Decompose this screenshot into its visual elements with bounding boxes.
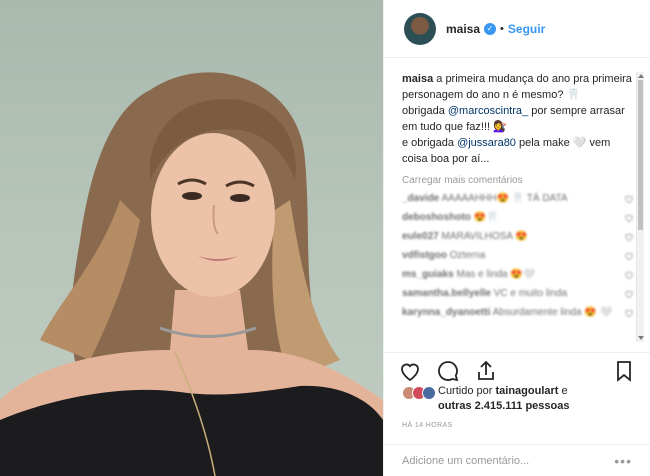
post-timestamp[interactable]: HÁ 14 HORAS: [402, 422, 453, 429]
comment-text: Ozterna: [449, 250, 486, 261]
comment-item: samantha.bellyelle VC e muito linda: [402, 287, 634, 301]
separator-dot: •: [500, 22, 504, 35]
heart-icon[interactable]: [624, 213, 634, 223]
likes-others[interactable]: outras 2.415.111 pessoas: [438, 400, 569, 412]
load-more-comments-button[interactable]: Carregar mais comentários: [402, 175, 634, 186]
add-comment-bar: •••: [384, 444, 650, 476]
comment-bubble-icon[interactable]: [436, 359, 460, 383]
heart-icon[interactable]: [624, 270, 634, 280]
post-header: maisa ✓ • Seguir: [384, 0, 650, 58]
caption-username[interactable]: maisa: [402, 73, 433, 85]
comment-username[interactable]: _davide: [402, 193, 439, 204]
caption-thanks-prefix: obrigada: [402, 105, 445, 117]
post-actions: [384, 352, 650, 388]
comments-section[interactable]: maisa a primeira mudança do ano pra prim…: [384, 59, 642, 351]
comment-username[interactable]: eule027: [402, 231, 439, 242]
comment-username[interactable]: samantha.bellyelle: [402, 288, 491, 299]
avatar[interactable]: [422, 386, 436, 400]
caption-thanks2-prefix: e obrigada: [402, 137, 454, 149]
comment-text: VC e muito linda: [493, 288, 568, 299]
comment-item: eule027 MARAVILHOSA 😍: [402, 230, 634, 244]
more-options-icon[interactable]: •••: [614, 453, 632, 469]
portrait-illustration: [0, 72, 383, 476]
likes-summary: Curtido por tainagoulart e outras 2.415.…: [402, 384, 569, 414]
comment-text: AAAAAHHH😍 🦷 TÁ DATA: [441, 193, 568, 204]
comment-username[interactable]: deboshoshoto: [402, 212, 471, 223]
heart-icon[interactable]: [398, 359, 422, 383]
comment-username[interactable]: ms_guiaks: [402, 269, 454, 280]
comment-item: ms_guiaks Mas e linda 😍🤍: [402, 268, 634, 282]
post-caption: maisa a primeira mudança do ano pra prim…: [402, 71, 634, 167]
likes-middle: e: [561, 385, 568, 397]
likes-username[interactable]: tainagoulart: [495, 385, 558, 397]
heart-icon[interactable]: [624, 194, 634, 204]
post-sidebar: maisa ✓ • Seguir maisa a primeira mudanç…: [383, 0, 650, 476]
mention-link[interactable]: @marcoscintra_: [448, 105, 528, 117]
scroll-up-icon[interactable]: [638, 74, 644, 78]
comment-item: vdfistgoo Ozterna: [402, 249, 634, 263]
caption-emoji: 🦷: [566, 89, 581, 101]
share-icon[interactable]: [474, 359, 498, 383]
comment-item: karynna_dyanoetti Absurdamente linda 😍 🤍: [402, 306, 634, 320]
comment-item: deboshoshoto 😍🦷: [402, 211, 634, 225]
heart-icon[interactable]: [624, 308, 634, 318]
mention-link[interactable]: @jussara80: [457, 137, 516, 149]
comments-scrollbar[interactable]: [636, 72, 644, 342]
likes-text: Curtido por tainagoulart e outras 2.415.…: [438, 384, 569, 414]
comment-username[interactable]: karynna_dyanoetti: [402, 307, 490, 318]
comment-text: Mas e linda 😍🤍: [456, 269, 536, 280]
verified-badge-icon: ✓: [484, 22, 497, 35]
heart-icon[interactable]: [624, 289, 634, 299]
comment-text: 😍🦷: [473, 212, 499, 223]
comment-input[interactable]: [402, 454, 602, 467]
follow-button[interactable]: Seguir: [508, 22, 545, 36]
header-username[interactable]: maisa: [446, 22, 480, 36]
comment-username[interactable]: vdfistgoo: [402, 250, 447, 261]
heart-icon[interactable]: [624, 251, 634, 261]
liker-avatars: [402, 386, 436, 400]
instagram-post: maisa ✓ • Seguir maisa a primeira mudanç…: [0, 0, 650, 476]
scroll-thumb[interactable]: [638, 80, 643, 230]
comment-text: MARAVILHOSA 😍: [441, 231, 528, 242]
scroll-down-icon[interactable]: [638, 336, 644, 340]
heart-icon[interactable]: [624, 232, 634, 242]
comment-item: _davide AAAAAHHH😍 🦷 TÁ DATA: [402, 192, 634, 206]
bookmark-icon[interactable]: [612, 359, 636, 383]
avatar[interactable]: [404, 12, 436, 45]
comment-text: Absurdamente linda 😍 🤍: [492, 307, 613, 318]
post-photo[interactable]: [0, 0, 383, 476]
caption-text: a primeira mudança do ano pra primeira p…: [402, 73, 632, 101]
likes-prefix: Curtido por: [438, 385, 493, 397]
